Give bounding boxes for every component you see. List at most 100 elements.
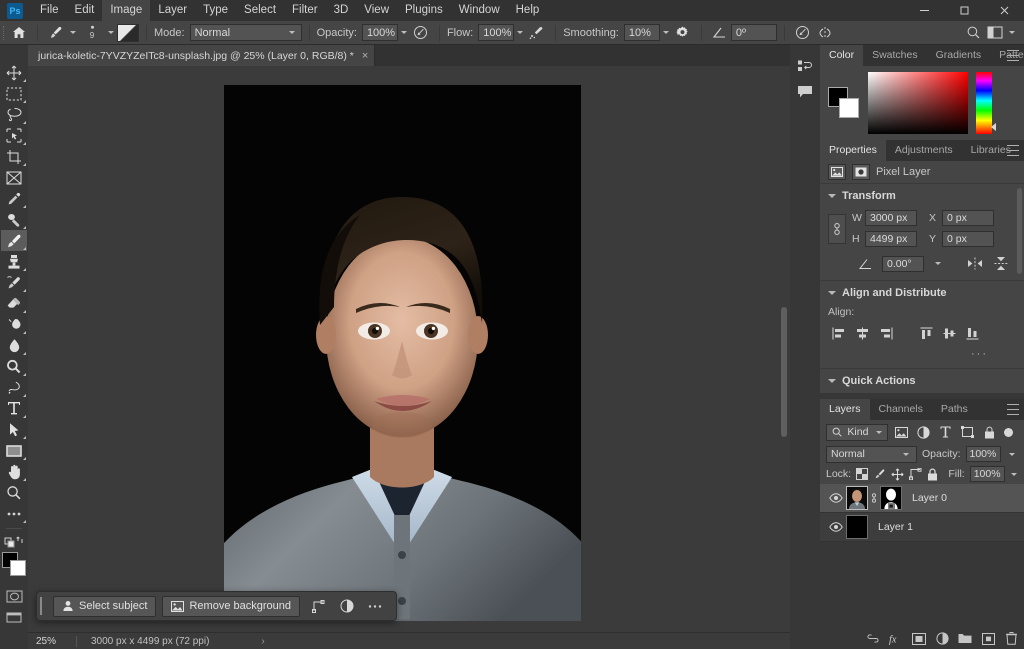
zoom-level[interactable]: 25% [28, 636, 76, 647]
link-layers-icon[interactable] [866, 631, 880, 647]
new-adjustment-layer-icon[interactable] [935, 631, 949, 647]
type-tool[interactable] [1, 398, 27, 419]
color-swatches[interactable] [1, 552, 27, 578]
gear-icon[interactable] [672, 23, 694, 43]
menu-filter[interactable]: Filter [284, 0, 326, 21]
brush-size-caret-icon[interactable] [105, 24, 117, 41]
menu-edit[interactable]: Edit [67, 0, 103, 21]
tab-paths[interactable]: Paths [932, 399, 977, 420]
layer-mask-thumbnail[interactable] [880, 486, 902, 510]
lock-transparent-pixels-icon[interactable] [856, 466, 869, 482]
lasso-tool[interactable] [1, 104, 27, 125]
airbrush-icon[interactable] [526, 23, 548, 43]
pressure-opacity-icon[interactable] [410, 23, 432, 43]
gradient-tool[interactable] [1, 314, 27, 335]
background-color-swatch[interactable] [839, 98, 859, 118]
layer-opacity-input[interactable]: 100% [965, 446, 1002, 462]
layer-thumbnails[interactable] [846, 486, 902, 510]
pixel-layer-icon[interactable] [828, 164, 846, 180]
layer-mask-icon[interactable] [852, 164, 870, 180]
select-subject-button[interactable]: Select subject [53, 595, 157, 617]
remove-background-button[interactable]: Remove background [162, 595, 300, 617]
layer-blend-mode-select[interactable]: Normal [826, 445, 917, 463]
panel-menu-icon[interactable] [1007, 145, 1019, 156]
menu-help[interactable]: Help [508, 0, 548, 21]
menu-window[interactable]: Window [451, 0, 508, 21]
quick-mask-icon[interactable] [1, 586, 27, 607]
move-tool[interactable] [1, 62, 27, 83]
align-bottom-edges-icon[interactable] [961, 324, 984, 342]
background-color-swatch[interactable] [10, 560, 26, 576]
align-top-edges-icon[interactable] [915, 324, 938, 342]
layer-thumbnail[interactable] [846, 515, 868, 539]
brush-tool[interactable] [1, 230, 27, 251]
document-tab[interactable]: jurica-koletic-7YVZYZeITc8-unsplash.jpg … [28, 45, 376, 66]
filter-toggle-switch[interactable] [1004, 427, 1013, 437]
tab-gradients[interactable]: Gradients [927, 45, 991, 66]
flow-input[interactable]: 100% [478, 24, 515, 41]
spot-healing-brush-tool[interactable] [1, 209, 27, 230]
crop-tool[interactable] [1, 146, 27, 167]
filter-type-icon[interactable] [936, 424, 954, 441]
lock-artboard-nesting-icon[interactable] [909, 466, 922, 482]
pressure-size-icon[interactable] [792, 23, 814, 43]
menu-image[interactable]: Image [102, 0, 151, 21]
fill-input[interactable]: 100% [969, 466, 1005, 482]
transform-section-header[interactable]: Transform [828, 190, 1016, 202]
filter-adjustment-icon[interactable] [914, 424, 932, 441]
menu-select[interactable]: Select [236, 0, 284, 21]
mask-link-icon[interactable] [870, 492, 878, 504]
tab-channels[interactable]: Channels [870, 399, 932, 420]
more-align-options-icon[interactable]: ··· [828, 348, 1016, 360]
more-options-icon[interactable] [362, 596, 388, 617]
comments-panel-icon[interactable] [792, 79, 818, 105]
panel-menu-icon[interactable] [1007, 50, 1019, 61]
width-input[interactable]: 3000 px [865, 210, 917, 226]
path-selection-tool[interactable] [1, 419, 27, 440]
angle-caret-icon[interactable] [932, 255, 944, 272]
brush-preset-icon[interactable] [45, 23, 67, 43]
align-horizontal-centers-icon[interactable] [851, 324, 874, 342]
align-left-edges-icon[interactable] [828, 324, 851, 342]
flip-horizontal-icon[interactable] [966, 256, 984, 272]
maximize-button[interactable] [944, 0, 984, 21]
brush-preset-caret-icon[interactable] [67, 24, 79, 41]
adjustment-icon[interactable] [334, 596, 360, 617]
layer-kind-select[interactable]: Kind [826, 423, 888, 441]
new-group-icon[interactable] [958, 631, 972, 647]
panel-menu-icon[interactable] [1007, 404, 1019, 415]
document-canvas[interactable] [224, 85, 581, 621]
properties-scrollbar[interactable] [1017, 188, 1022, 274]
fill-caret-icon[interactable] [1010, 466, 1018, 483]
rectangular-marquee-tool[interactable] [1, 83, 27, 104]
filter-shape-icon[interactable] [958, 424, 976, 441]
color-spectrum-field[interactable] [868, 72, 968, 134]
transform-icon[interactable] [306, 596, 332, 617]
hand-tool[interactable] [1, 461, 27, 482]
zoom-tool[interactable] [1, 482, 27, 503]
tab-swatches[interactable]: Swatches [863, 45, 927, 66]
align-right-edges-icon[interactable] [874, 324, 897, 342]
smoothing-input[interactable]: 10% [623, 24, 660, 41]
layer-style-fx-icon[interactable]: fx [889, 631, 903, 647]
tab-adjustments[interactable]: Adjustments [886, 140, 962, 161]
clone-stamp-tool[interactable] [1, 251, 27, 272]
quick-actions-header[interactable]: Quick Actions [828, 375, 1016, 387]
filter-smart-object-icon[interactable] [980, 424, 998, 441]
default-colors-icon[interactable] [1, 533, 27, 549]
menu-layer[interactable]: Layer [150, 0, 195, 21]
canvas-vertical-scrollbar[interactable] [779, 87, 790, 649]
layer-row-1[interactable]: Layer 1 [820, 513, 1024, 542]
menu-type[interactable]: Type [195, 0, 236, 21]
dodge-tool[interactable] [1, 356, 27, 377]
menu-view[interactable]: View [356, 0, 397, 21]
home-icon[interactable] [8, 23, 30, 43]
options-bar-grip[interactable] [0, 21, 8, 45]
screen-mode-icon[interactable] [1, 607, 27, 628]
tab-layers[interactable]: Layers [820, 399, 870, 420]
status-expand-icon[interactable]: › [261, 636, 264, 647]
color-panel-swatches[interactable] [828, 87, 860, 119]
rotation-angle-input[interactable]: 0.00° [882, 255, 924, 272]
tab-color[interactable]: Color [820, 45, 864, 66]
menu-plugins[interactable]: Plugins [397, 0, 451, 21]
